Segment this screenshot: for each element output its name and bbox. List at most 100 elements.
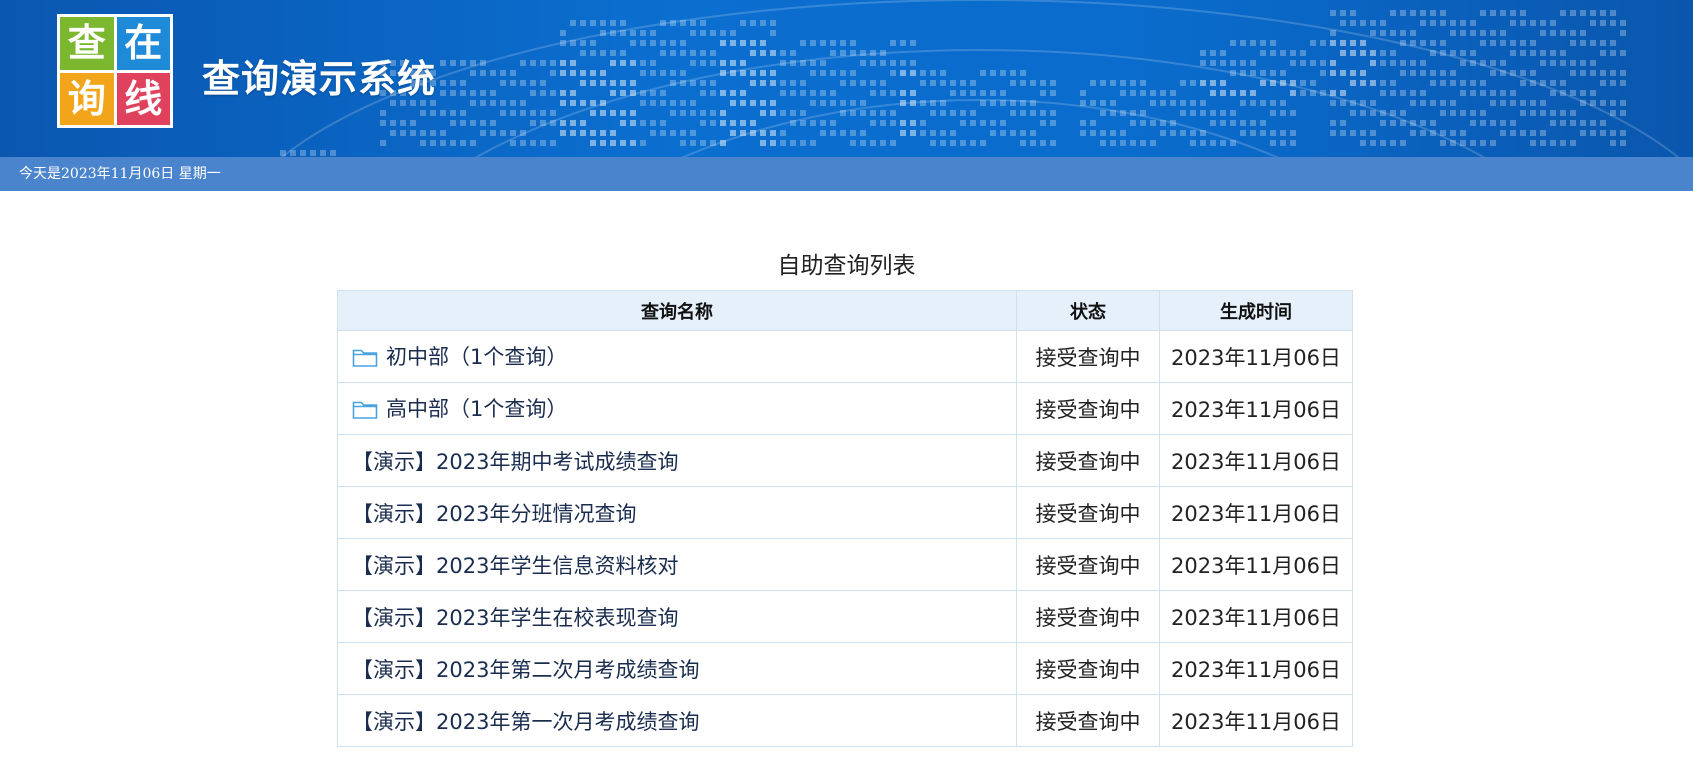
map-dot [1580,100,1586,106]
map-dot [1280,70,1286,76]
map-dot [1470,60,1476,66]
query-link[interactable]: 【演示】2023年第一次月考成绩查询 [352,710,699,734]
table-row[interactable]: 【演示】2023年分班情况查询 接受查询中 2023年11月06日 [337,486,1353,539]
map-dot [630,30,636,36]
query-link[interactable]: 【演示】2023年分班情况查询 [352,502,636,526]
map-dot [1370,140,1376,146]
table-row[interactable]: 【演示】2023年期中考试成绩查询 接受查询中 2023年11月06日 [337,434,1353,487]
map-dot [1570,10,1576,16]
map-dot [1550,110,1556,116]
query-link[interactable]: 【演示】2023年期中考试成绩查询 [352,450,678,474]
map-dot [740,40,746,46]
table-row[interactable]: 【演示】2023年第二次月考成绩查询 接受查询中 2023年11月06日 [337,642,1353,695]
map-dot [1340,70,1346,76]
map-dot [1500,130,1506,136]
site-logo[interactable]: 查 在 询 线 [57,14,173,128]
map-dot [930,130,936,136]
map-dot [1570,140,1576,146]
map-dot [730,120,736,126]
map-dot [1500,90,1506,96]
map-dot [520,110,526,116]
map-dot [1350,130,1356,136]
map-dot [1260,50,1266,56]
map-dot [610,30,616,36]
map-dot [1020,110,1026,116]
map-dot [1450,30,1456,36]
map-dot [1610,110,1616,116]
map-dot [560,120,566,126]
query-link[interactable]: 初中部（1个查询） [386,345,567,369]
map-dot [830,40,836,46]
map-dot [1010,100,1016,106]
map-dot [830,120,836,126]
map-dot [1010,70,1016,76]
map-dot [1180,80,1186,86]
map-dot [1270,140,1276,146]
map-dot [990,90,996,96]
map-dot [1120,130,1126,136]
query-link[interactable]: 【演示】2023年第二次月考成绩查询 [352,658,699,682]
map-dot [1010,110,1016,116]
map-dot [860,140,866,146]
map-dot [610,80,616,86]
map-dot [440,140,446,146]
map-dot [600,100,606,106]
map-dot [1330,70,1336,76]
map-dot [1020,140,1026,146]
map-dot [580,120,586,126]
map-dot [990,70,996,76]
map-dot [950,140,956,146]
map-dot [460,80,466,86]
map-dot [1040,110,1046,116]
map-dot [1350,70,1356,76]
map-dot [980,140,986,146]
table-row[interactable]: 【演示】2023年学生信息资料核对 接受查询中 2023年11月06日 [337,538,1353,591]
map-dot [820,130,826,136]
map-dot [910,60,916,66]
map-dot [280,150,286,156]
map-dot [670,110,676,116]
map-dot [570,130,576,136]
map-dot [1360,70,1366,76]
map-dot [400,130,406,136]
map-dot [580,70,586,76]
map-dot [760,130,766,136]
map-dot [1280,80,1286,86]
query-link[interactable]: 高中部（1个查询） [386,397,567,421]
status-cell: 接受查询中 [1016,330,1160,383]
map-dot [1410,70,1416,76]
map-dot [600,80,606,86]
map-dot [1600,10,1606,16]
map-dot [1390,30,1396,36]
query-link[interactable]: 【演示】2023年学生信息资料核对 [352,554,678,578]
map-dot [950,130,956,136]
map-dot [900,70,906,76]
table-row[interactable]: 高中部（1个查询） 接受查询中 2023年11月06日 [337,382,1353,435]
map-dot [1580,70,1586,76]
map-dot [780,90,786,96]
map-dot [880,60,886,66]
table-row[interactable]: 【演示】2023年学生在校表现查询 接受查询中 2023年11月06日 [337,590,1353,643]
map-dot [1610,130,1616,136]
map-dot [620,30,626,36]
map-dot [1400,30,1406,36]
table-row[interactable]: 初中部（1个查询） 接受查询中 2023年11月06日 [337,330,1353,383]
map-dot [1620,130,1626,136]
map-dot [610,50,616,56]
map-dot [740,60,746,66]
map-dot [820,70,826,76]
query-link[interactable]: 【演示】2023年学生在校表现查询 [352,606,678,630]
table-row[interactable]: 【演示】2023年第一次月考成绩查询 接受查询中 2023年11月06日 [337,694,1353,747]
map-dot [740,100,746,106]
map-dot [790,90,796,96]
map-dot [870,140,876,146]
map-dot [1610,50,1616,56]
map-dot [1440,70,1446,76]
map-dot [870,50,876,56]
logo-char: 查 [60,17,114,70]
map-dot [510,100,516,106]
map-dot [1360,110,1366,116]
column-header-status: 状态 [1016,290,1160,331]
map-dot [860,50,866,56]
map-dot [780,80,786,86]
